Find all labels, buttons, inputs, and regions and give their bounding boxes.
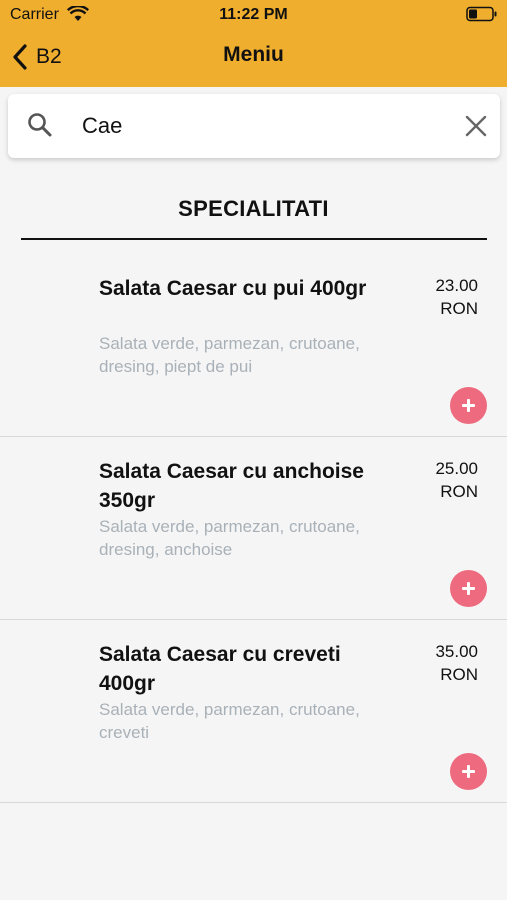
close-icon[interactable]	[463, 113, 489, 139]
menu-screen: Carrier 11:22 PM B2 Meniu Cae SPECIALITA…	[0, 0, 507, 900]
page-title: Meniu	[223, 43, 284, 66]
search-icon	[28, 113, 52, 137]
section-title: SPECIALITATI	[178, 196, 329, 221]
menu-list: Salata Caesar cu pui 400gr Salata verde,…	[0, 254, 507, 803]
section-divider	[21, 238, 487, 240]
add-to-cart-button[interactable]	[450, 570, 487, 607]
price-currency: RON	[440, 299, 478, 318]
nav-bar: B2 Meniu	[0, 30, 507, 87]
price-value: 25.00	[435, 459, 478, 478]
item-name: Salata Caesar cu anchoise 350gr	[99, 460, 364, 512]
header: Carrier 11:22 PM B2 Meniu	[0, 0, 507, 87]
item-description: Salata verde, parmezan, crutoane, dresin…	[99, 517, 360, 559]
item-name: Salata Caesar cu creveti 400gr	[99, 643, 341, 695]
item-price: 35.00 RON	[388, 640, 478, 686]
item-description: Salata verde, parmezan, crutoane, crevet…	[99, 700, 360, 742]
status-time: 11:22 PM	[219, 6, 288, 23]
price-value: 23.00	[435, 276, 478, 295]
price-currency: RON	[440, 665, 478, 684]
menu-item[interactable]: Salata Caesar cu pui 400gr Salata verde,…	[0, 254, 507, 437]
item-price: 23.00 RON	[388, 274, 478, 320]
price-value: 35.00	[435, 642, 478, 661]
search-bar	[8, 94, 500, 158]
add-to-cart-button[interactable]	[450, 387, 487, 424]
item-description: Salata verde, parmezan, crutoane, dresin…	[99, 334, 360, 376]
battery-icon	[466, 6, 497, 22]
status-bar: Carrier 11:22 PM	[0, 0, 507, 30]
search-input[interactable]	[82, 106, 442, 146]
item-price: 25.00 RON	[388, 457, 478, 503]
menu-item[interactable]: Salata Caesar cu creveti 400gr Salata ve…	[0, 620, 507, 803]
item-name: Salata Caesar cu pui 400gr	[99, 277, 367, 300]
add-to-cart-button[interactable]	[450, 753, 487, 790]
price-currency: RON	[440, 482, 478, 501]
menu-item[interactable]: Salata Caesar cu anchoise 350gr Salata v…	[0, 437, 507, 620]
